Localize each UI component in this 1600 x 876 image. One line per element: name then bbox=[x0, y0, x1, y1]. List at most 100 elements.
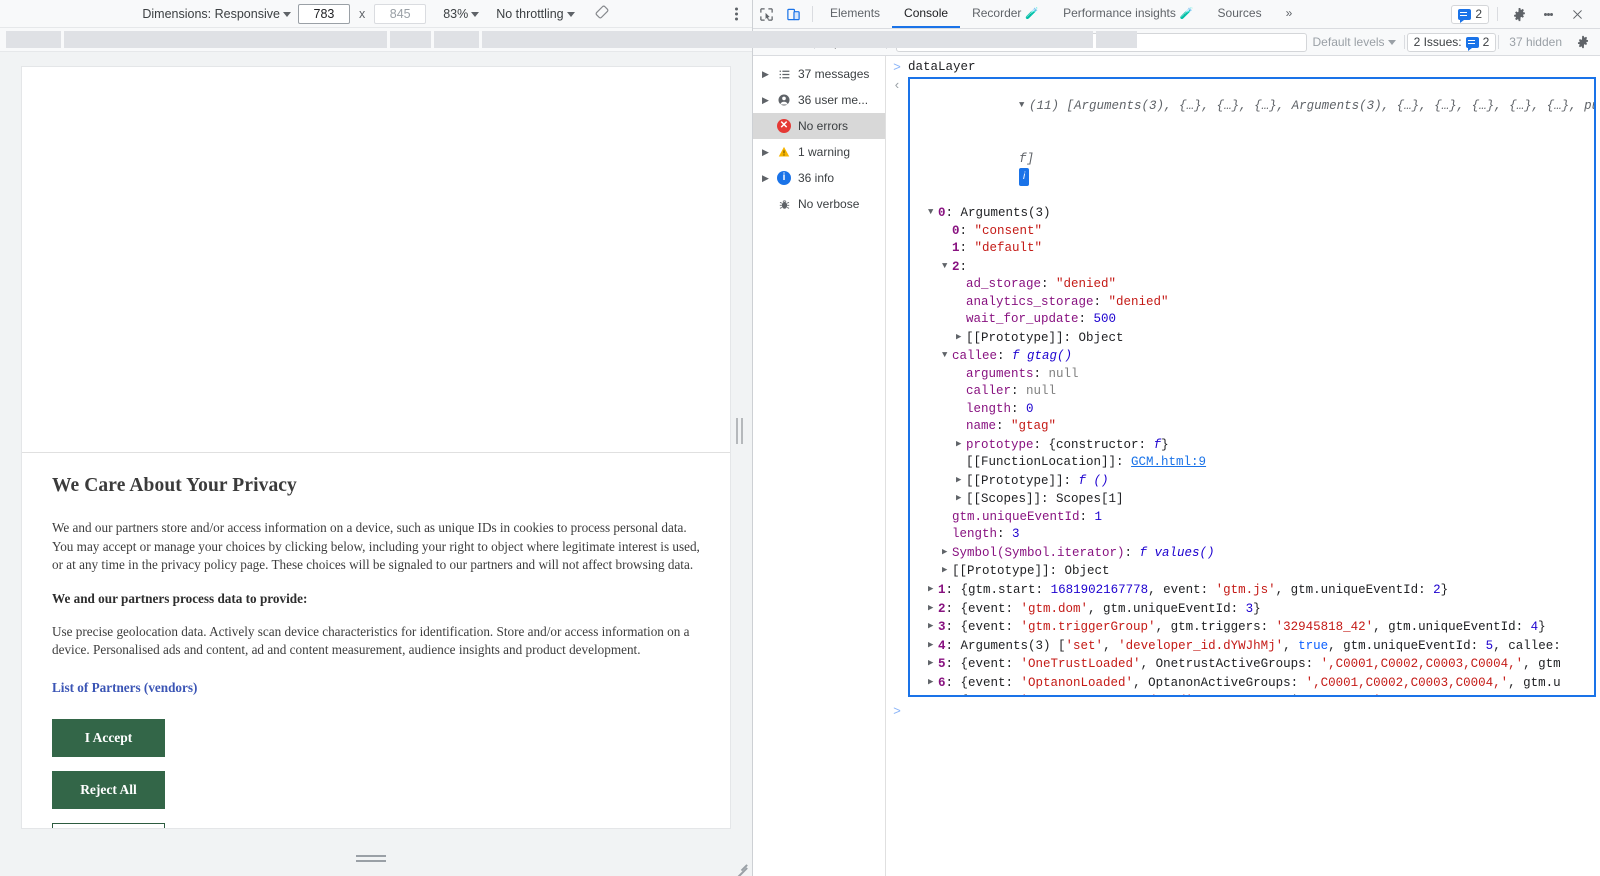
object-row[interactable]: 6: {event: 'OptanonLoaded', OptanonActiv… bbox=[914, 674, 1594, 693]
close-icon[interactable] bbox=[1564, 8, 1591, 21]
device-more-options-icon[interactable] bbox=[735, 5, 738, 22]
object-row[interactable]: 3: {event: 'gtm.triggerGroup', gtm.trigg… bbox=[914, 618, 1594, 637]
banner-purposes: Use precise geolocation data. Actively s… bbox=[52, 623, 700, 660]
chevron-right-icon[interactable]: ▶ bbox=[761, 148, 770, 157]
object-row[interactable]: [[Scopes]]: Scopes[1] bbox=[914, 490, 1594, 509]
object-row[interactable]: gtm.uniqueEventId: 1 bbox=[914, 509, 1594, 527]
expand-triangle-icon[interactable] bbox=[928, 600, 938, 618]
expand-triangle-icon[interactable] bbox=[956, 490, 966, 508]
list-of-partners-link[interactable]: List of Partners (vendors) bbox=[52, 680, 197, 696]
object-row[interactable]: [[FunctionLocation]]: GCM.html:9 bbox=[914, 454, 1594, 472]
toggle-device-toolbar-icon[interactable] bbox=[780, 0, 807, 28]
throttling-dropdown[interactable]: No throttling bbox=[496, 7, 574, 21]
sidebar-item-verbose[interactable]: No verbose bbox=[753, 191, 885, 217]
object-row[interactable]: 1: "default" bbox=[914, 240, 1594, 258]
warning-icon bbox=[776, 145, 792, 159]
expand-triangle-icon[interactable] bbox=[942, 562, 952, 580]
expand-triangle-icon[interactable] bbox=[956, 329, 966, 347]
token: : {event: bbox=[946, 620, 1021, 634]
token[interactable]: GCM.html:9 bbox=[1131, 455, 1206, 469]
chevron-right-icon[interactable]: ▶ bbox=[761, 96, 770, 105]
collapse-triangle-icon[interactable] bbox=[942, 347, 952, 365]
device-height-input[interactable] bbox=[374, 4, 426, 24]
collapse-triangle-icon[interactable] bbox=[942, 258, 952, 276]
object-row[interactable]: callee: f gtag() bbox=[914, 347, 1594, 366]
object-row[interactable]: 7: {event: 'OneTrustGroupsUpdated', Onet… bbox=[914, 692, 1594, 696]
chevron-right-icon[interactable]: ▶ bbox=[761, 174, 770, 183]
object-row[interactable]: 0: "consent" bbox=[914, 223, 1594, 241]
collapse-triangle-icon[interactable] bbox=[1019, 97, 1029, 115]
more-tabs-button[interactable]: » bbox=[1274, 0, 1305, 28]
viewport-width-resizer[interactable] bbox=[736, 418, 744, 444]
token: length bbox=[966, 402, 1011, 416]
log-levels-dropdown[interactable]: Default levels bbox=[1313, 35, 1402, 49]
object-row[interactable]: analytics_storage: "denied" bbox=[914, 294, 1594, 312]
token: : {event: bbox=[946, 657, 1021, 671]
expand-triangle-icon[interactable] bbox=[928, 637, 938, 655]
tab-console[interactable]: Console bbox=[892, 0, 960, 28]
object-row[interactable]: 1: {gtm.start: 1681902167778, event: 'gt… bbox=[914, 581, 1594, 600]
expanded-object-result[interactable]: (11) [Arguments(3), {…}, {…}, {…}, Argum… bbox=[908, 77, 1596, 697]
info-badge-icon[interactable]: i bbox=[1019, 168, 1029, 186]
object-row[interactable]: 5: {event: 'OneTrustLoaded', OnetrustAct… bbox=[914, 655, 1594, 674]
devtools-panel: Elements Console Recorder🧪 Performance i… bbox=[753, 0, 1600, 876]
device-width-input[interactable] bbox=[298, 4, 350, 24]
dimensions-dropdown[interactable]: Dimensions: Responsive bbox=[142, 7, 291, 21]
object-row[interactable]: wait_for_update: 500 bbox=[914, 311, 1594, 329]
rotate-icon[interactable] bbox=[594, 4, 610, 23]
expand-triangle-icon[interactable] bbox=[956, 472, 966, 490]
object-row[interactable]: prototype: {constructor: f} bbox=[914, 436, 1594, 455]
devtools-more-options-icon[interactable] bbox=[1535, 11, 1562, 18]
sidebar-item-errors[interactable]: ✕ No errors bbox=[753, 113, 885, 139]
object-row[interactable]: caller: null bbox=[914, 383, 1594, 401]
inspect-element-icon[interactable] bbox=[753, 0, 780, 28]
object-row[interactable]: length: 0 bbox=[914, 401, 1594, 419]
console-settings-gear-icon[interactable] bbox=[1570, 31, 1596, 53]
token: 1 bbox=[1095, 510, 1103, 524]
object-row[interactable]: Symbol(Symbol.iterator): f values() bbox=[914, 544, 1594, 563]
object-row[interactable]: arguments: null bbox=[914, 366, 1594, 384]
sidebar-item-messages[interactable]: ▶ 37 messages bbox=[753, 61, 885, 87]
reject-all-button[interactable]: Reject All bbox=[52, 771, 165, 809]
tab-recorder[interactable]: Recorder🧪 bbox=[960, 0, 1051, 28]
console-input-row[interactable]: > bbox=[886, 697, 1600, 721]
expand-triangle-icon[interactable] bbox=[928, 581, 938, 599]
zoom-dropdown[interactable]: 83% bbox=[443, 7, 479, 21]
tab-elements[interactable]: Elements bbox=[818, 0, 892, 28]
console-issues-button[interactable]: 2 Issues: 2 bbox=[1407, 33, 1497, 52]
expand-triangle-icon[interactable] bbox=[928, 674, 938, 692]
expand-triangle-icon[interactable] bbox=[928, 655, 938, 673]
chevron-right-icon[interactable]: ▶ bbox=[761, 70, 770, 79]
viewport-corner-resizer[interactable] bbox=[733, 857, 747, 871]
object-row[interactable]: 2: {event: 'gtm.dom', gtm.uniqueEventId:… bbox=[914, 600, 1594, 619]
object-row[interactable]: [[Prototype]]: f () bbox=[914, 472, 1594, 491]
expand-triangle-icon[interactable] bbox=[928, 692, 938, 696]
token: , OnetrustActiveGroups: bbox=[1141, 657, 1321, 671]
object-row[interactable]: 2: bbox=[914, 258, 1594, 277]
expand-triangle-icon[interactable] bbox=[928, 618, 938, 636]
object-row[interactable]: ad_storage: "denied" bbox=[914, 276, 1594, 294]
tab-sources[interactable]: Sources bbox=[1206, 0, 1274, 28]
object-row[interactable]: 4: Arguments(3) ['set', 'developer_id.dY… bbox=[914, 637, 1594, 656]
token: "default" bbox=[975, 241, 1043, 255]
expand-triangle-icon[interactable] bbox=[942, 544, 952, 562]
gear-icon[interactable] bbox=[1506, 7, 1533, 22]
tab-label: Console bbox=[904, 6, 948, 20]
object-row[interactable]: [[Prototype]]: Object bbox=[914, 329, 1594, 348]
issues-counter-badge[interactable]: 2 bbox=[1451, 5, 1489, 24]
object-row[interactable]: name: "gtag" bbox=[914, 418, 1594, 436]
expand-triangle-icon[interactable] bbox=[956, 436, 966, 454]
show-purposes-button[interactable]: Show Purposes bbox=[52, 823, 165, 830]
object-row[interactable]: [[Prototype]]: Object bbox=[914, 562, 1594, 581]
object-row[interactable]: length: 3 bbox=[914, 526, 1594, 544]
sidebar-item-info[interactable]: ▶ i 36 info bbox=[753, 165, 885, 191]
tab-performance-insights[interactable]: Performance insights🧪 bbox=[1051, 0, 1205, 28]
device-preset-ruler[interactable] bbox=[0, 28, 752, 52]
object-row[interactable]: 0: Arguments(3) bbox=[914, 204, 1594, 223]
sidebar-item-warnings[interactable]: ▶ 1 warning bbox=[753, 139, 885, 165]
console-output[interactable]: > dataLayer ‹ (11) [Arguments(3), {…}, {… bbox=[886, 56, 1600, 876]
viewport-height-resizer[interactable] bbox=[356, 855, 386, 863]
sidebar-item-user-messages[interactable]: ▶ 36 user me... bbox=[753, 87, 885, 113]
accept-button[interactable]: I Accept bbox=[52, 719, 165, 757]
collapse-triangle-icon[interactable] bbox=[928, 204, 938, 222]
